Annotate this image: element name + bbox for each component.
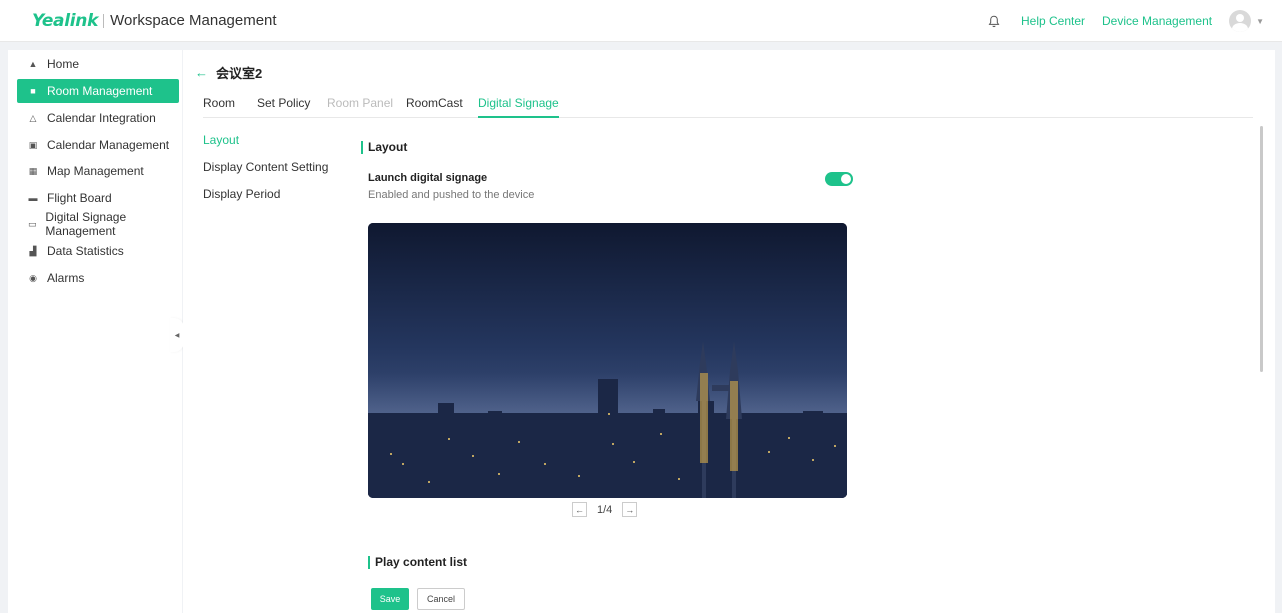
- tab-set-policy[interactable]: Set Policy: [257, 96, 310, 118]
- user-avatar-icon: [1229, 10, 1252, 32]
- content-scrollbar[interactable]: [1260, 126, 1263, 372]
- sidebar-item-digital-signage-management[interactable]: ▭ Digital Signage Management: [17, 210, 179, 238]
- launch-signage-label: Launch digital signage: [368, 172, 488, 184]
- sidebar-item-label: Home: [47, 57, 80, 71]
- sidebar-item-label: Data Statistics: [47, 244, 124, 258]
- tab-room-panel: Room Panel: [327, 96, 394, 110]
- sidebar-item-data-statistics[interactable]: ▟ Data Statistics: [17, 239, 179, 263]
- launch-signage-toggle[interactable]: [825, 172, 853, 186]
- brand: Yealink Workspace Management: [0, 11, 277, 31]
- brand-divider: [103, 13, 105, 28]
- sidebar-item-calendar-integration[interactable]: △ Calendar Integration: [17, 106, 179, 130]
- sidebar-item-label: Alarms: [47, 271, 85, 285]
- cancel-button[interactable]: Cancel: [417, 588, 465, 610]
- tab-room[interactable]: Room: [203, 96, 235, 118]
- next-page-button[interactable]: →: [622, 502, 638, 517]
- map-icon: ▦: [28, 165, 38, 176]
- calendar-icon: ▣: [28, 139, 38, 150]
- layout-section-title: Layout: [361, 140, 407, 154]
- signage-preview-image: [368, 223, 847, 498]
- triangle-icon: △: [29, 112, 37, 123]
- launch-signage-description: Enabled and pushed to the device: [368, 189, 535, 201]
- toggle-knob: [841, 174, 851, 184]
- app-title: Workspace Management: [110, 12, 277, 29]
- section-accent-bar: [368, 555, 370, 569]
- section-title-text: Layout: [368, 140, 408, 154]
- top-bar: Yealink Workspace Management Help Center…: [0, 0, 1282, 42]
- bar-chart-icon: ▟: [29, 245, 37, 256]
- save-button[interactable]: Save: [371, 588, 409, 610]
- sidebar-collapse-handle[interactable]: ◀: [170, 318, 184, 352]
- yealink-logo[interactable]: Yealink: [32, 11, 98, 31]
- tab-digital-signage[interactable]: Digital Signage: [478, 96, 559, 118]
- board-icon: ▬: [28, 193, 38, 203]
- tab-roomcast[interactable]: RoomCast: [406, 96, 463, 118]
- prev-page-button[interactable]: ←: [572, 502, 587, 517]
- sidebar-item-calendar-management[interactable]: ▣ Calendar Management: [17, 133, 179, 157]
- subnav-layout[interactable]: Layout: [203, 133, 239, 147]
- sidebar-item-label: Flight Board: [47, 191, 112, 205]
- sidebar: ▲ Home ■ Room Management △ Calendar Inte…: [8, 50, 182, 613]
- sidebar-item-label: Digital Signage Management: [45, 210, 127, 238]
- top-right-actions: Help Center Device Management ▼: [987, 0, 1282, 42]
- page-indicator: 1/4: [597, 503, 613, 516]
- section-title-text: Play content list: [375, 555, 468, 569]
- page-header: ← 会议室2: [195, 63, 262, 82]
- subnav-display-period[interactable]: Display Period: [203, 187, 280, 201]
- main-panel: ← 会议室2 Room Set Policy Room Panel RoomCa…: [183, 50, 1275, 613]
- sidebar-item-flight-board[interactable]: ▬ Flight Board: [17, 186, 179, 210]
- sidebar-item-alarms[interactable]: ◉ Alarms: [17, 266, 179, 290]
- preview-pager: ← 1/4 →: [572, 502, 638, 517]
- sidebar-item-label: Calendar Integration: [47, 111, 156, 125]
- back-arrow-icon[interactable]: ←: [195, 65, 208, 80]
- home-icon: ▲: [28, 59, 38, 69]
- user-menu[interactable]: ▼: [1229, 10, 1264, 32]
- sidebar-item-room-management[interactable]: ■ Room Management: [17, 79, 179, 103]
- page-title: 会议室2: [216, 66, 263, 81]
- help-center-link[interactable]: Help Center: [1021, 14, 1085, 28]
- sidebar-item-label: Room Management: [47, 84, 153, 98]
- alarm-icon: ◉: [29, 272, 37, 283]
- sidebar-item-label: Map Management: [47, 164, 144, 178]
- sidebar-item-map-management[interactable]: ▦ Map Management: [17, 159, 179, 183]
- sidebar-item-label: Calendar Management: [47, 138, 170, 152]
- section-accent-bar: [361, 140, 363, 154]
- sidebar-item-home[interactable]: ▲ Home: [17, 52, 179, 76]
- room-icon: ■: [30, 86, 36, 96]
- chevron-down-icon: ▼: [1256, 16, 1264, 26]
- signage-icon: ▭: [27, 218, 37, 229]
- subnav-display-content-setting[interactable]: Display Content Setting: [203, 160, 328, 174]
- bell-icon[interactable]: [987, 14, 1001, 28]
- tab-bar: Room Set Policy Room Panel RoomCast Digi…: [203, 96, 1253, 118]
- play-content-section-title: Play content list: [368, 555, 467, 569]
- device-management-link[interactable]: Device Management: [1102, 14, 1212, 28]
